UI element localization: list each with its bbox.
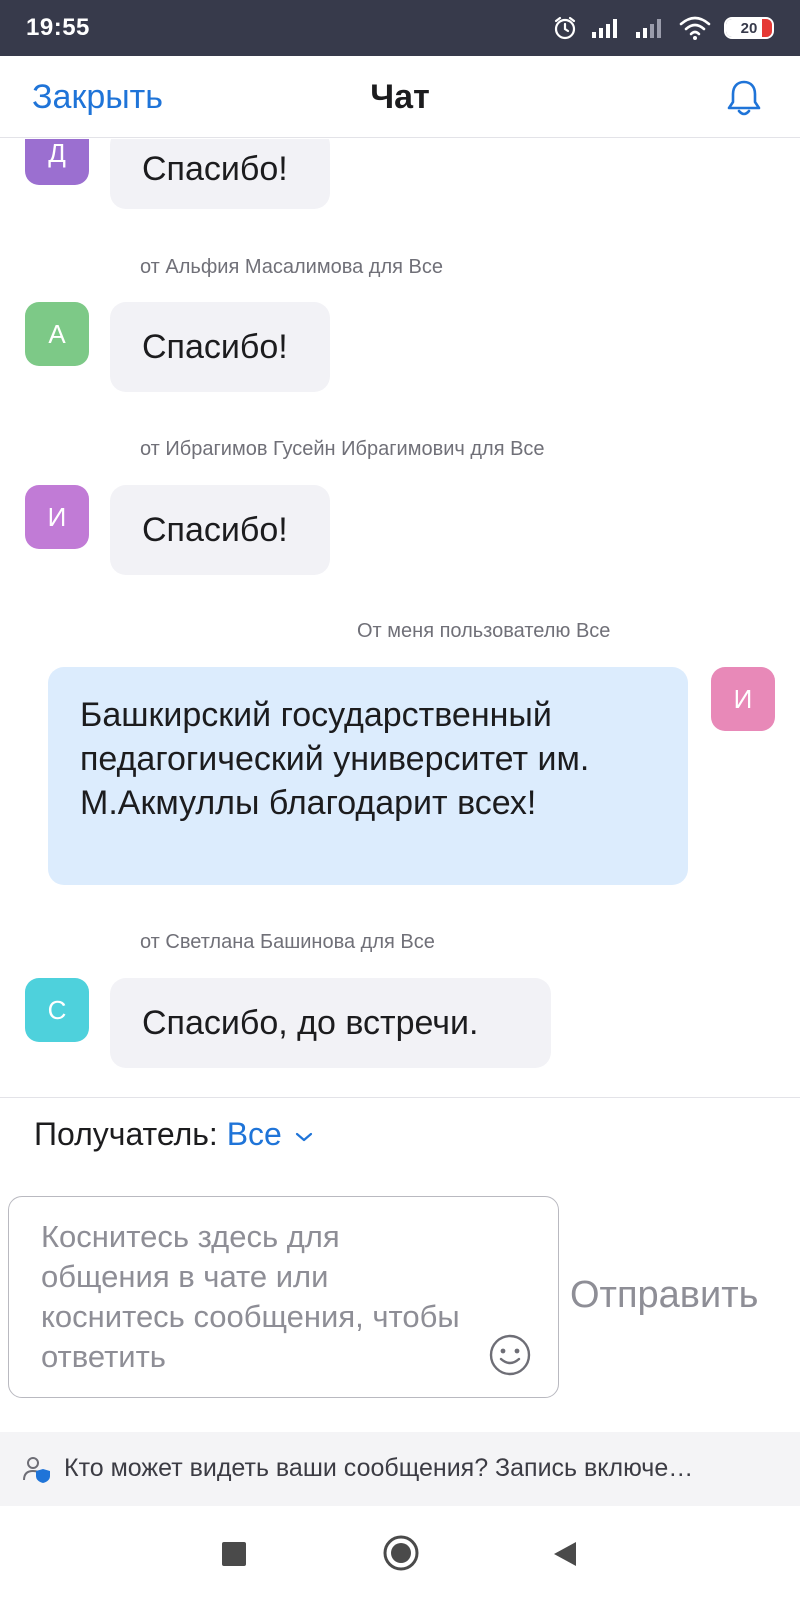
alarm-icon [554, 16, 576, 40]
status-icons: 20 [552, 14, 774, 42]
smiley-icon[interactable] [488, 1333, 532, 1377]
message-bubble[interactable]: Спасибо! [110, 485, 330, 575]
battery-indicator: 20 [724, 17, 774, 39]
user-shield-icon [23, 1457, 50, 1483]
chat-input[interactable]: Коснитесь здесь для общения в чате или к… [8, 1196, 559, 1398]
chat-message-list[interactable]: Д Спасибо! от Альфия Масалимова для Все … [0, 139, 800, 1097]
chat-header: Закрыть Чат [0, 56, 800, 138]
message-composer: Получатель: Все Коснитесь здесь для обще… [0, 1097, 800, 1432]
avatar-letter: Д [48, 139, 66, 168]
avatar: И [711, 667, 775, 731]
wifi-icon [679, 16, 711, 40]
message-bubble[interactable]: Спасибо, до встречи. [110, 978, 551, 1068]
recipient-label: Получатель: [34, 1116, 218, 1152]
avatar: Д [25, 139, 89, 185]
back-icon[interactable] [552, 1540, 578, 1568]
status-time: 19:55 [26, 14, 90, 41]
message-text: Башкирский государственный педагогически… [80, 696, 590, 822]
recipient-value[interactable]: Все [227, 1116, 282, 1152]
chevron-down-icon[interactable] [295, 1131, 313, 1143]
avatar: С [25, 978, 89, 1042]
message-text: Спасибо! [142, 510, 288, 549]
recipient-selector[interactable]: Получатель: Все [34, 1116, 313, 1153]
avatar-letter: И [47, 501, 67, 532]
signal-icon-2 [636, 19, 661, 38]
avatar: А [25, 302, 89, 366]
message-bubble[interactable]: Спасибо! [110, 302, 330, 392]
battery-level: 20 [740, 19, 758, 37]
message-text: Спасибо! [142, 327, 288, 366]
status-bar: 19:55 20 [0, 0, 800, 56]
avatar-letter: С [47, 994, 67, 1025]
chat-input-placeholder: Коснитесь здесь для общения в чате или к… [41, 1219, 460, 1374]
privacy-notice-bar[interactable]: Кто может видеть ваши сообщения? Запись … [0, 1432, 800, 1506]
message-sender: от Светлана Башинова для Все [140, 931, 435, 953]
message-text: Спасибо! [142, 149, 288, 188]
system-navigation-bar [0, 1506, 800, 1600]
send-button[interactable]: Отправить [570, 1274, 758, 1317]
message-text: Спасибо, до встречи. [142, 1003, 479, 1042]
avatar-letter: И [733, 683, 753, 714]
avatar: И [25, 485, 89, 549]
signal-icon [592, 19, 617, 38]
message-bubble[interactable]: Спасибо! [110, 139, 330, 209]
avatar-letter: А [48, 318, 66, 349]
recent-apps-icon[interactable] [222, 1542, 246, 1566]
bell-icon[interactable] [724, 78, 764, 118]
home-icon[interactable] [382, 1534, 420, 1572]
privacy-notice-text: Кто может видеть ваши сообщения? Запись … [64, 1454, 694, 1482]
message-sender: от Альфия Масалимова для Все [140, 256, 443, 278]
message-bubble-mine[interactable]: Башкирский государственный педагогически… [48, 667, 688, 885]
page-title: Чат [370, 78, 430, 116]
message-sender: от Ибрагимов Гусейн Ибрагимович для Все [140, 438, 545, 460]
message-sender: От меня пользователю Все [357, 620, 611, 642]
